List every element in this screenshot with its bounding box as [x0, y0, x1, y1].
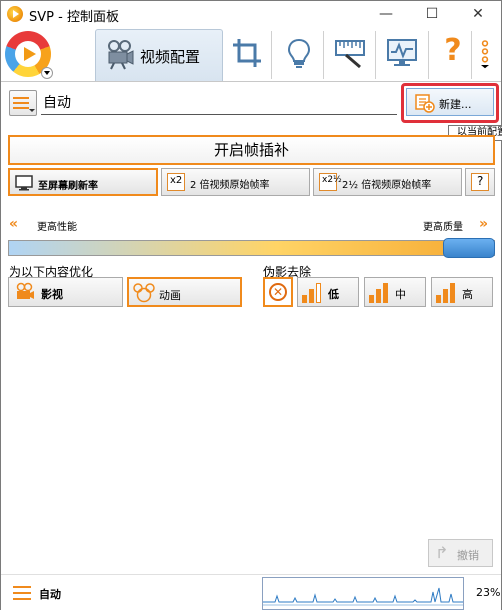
monitor-small-icon [15, 175, 33, 191]
status-bar: 自动 23% [1, 574, 501, 610]
rate-x2-5-button[interactable]: x2½ 2½ 倍视频原始帧率 [313, 168, 462, 196]
more-icon[interactable] [475, 37, 495, 69]
quality-label: 更高质量 [423, 222, 463, 233]
bars-high-icon [436, 283, 458, 303]
artifacts-low-label: 低 [328, 288, 339, 301]
profile-name[interactable]: 自动 [43, 92, 71, 112]
chevron-left-icon: « [9, 216, 19, 232]
mouse-ears-icon [133, 283, 155, 303]
rate-x2-5-label: 2½ 倍视频原始帧率 [342, 180, 432, 191]
optimize-anime-button[interactable]: 动画 [127, 277, 242, 307]
optimize-anime-label: 动画 [159, 289, 181, 302]
optimize-movies-button[interactable]: 影视 [8, 277, 123, 307]
artifacts-low-button[interactable]: 低 [297, 277, 359, 307]
film-camera-icon [16, 282, 34, 299]
new-profile-label: 新建... [439, 98, 472, 111]
svp-logo-menu[interactable] [3, 29, 55, 81]
x2-icon: x2 [167, 173, 185, 191]
bars-medium-icon [369, 283, 391, 303]
optimize-movies-label: 影视 [41, 288, 63, 301]
artifacts-medium-label: 中 [395, 288, 406, 301]
artifacts-off-button[interactable]: ✕ [263, 277, 293, 307]
status-profile-name: 自动 [39, 588, 61, 601]
artifacts-high-button[interactable]: 高 [431, 277, 493, 307]
maximize-button[interactable]: ☐ [409, 1, 455, 27]
question-icon: ? [471, 173, 489, 191]
chevron-right-icon: » [479, 216, 489, 232]
bars-low-icon [302, 283, 324, 303]
new-profile-button[interactable]: 新建... [406, 88, 494, 116]
crop-icon[interactable] [231, 37, 263, 69]
off-icon: ✕ [269, 283, 287, 301]
cpu-percent: 23% [476, 586, 501, 599]
minimize-button[interactable]: — [363, 1, 409, 27]
new-profile-icon [415, 94, 435, 113]
profile-menu-button[interactable] [9, 90, 37, 116]
title-bar: SVP - 控制面板 — ☐ ✕ [1, 1, 501, 27]
svp-app-icon [7, 6, 23, 22]
x2-5-icon: x2½ [319, 173, 342, 191]
hamburger-icon [13, 97, 35, 112]
cpu-graph [262, 577, 464, 610]
video-camera-icon [108, 40, 134, 70]
undo-arrow-icon: ↱ [435, 543, 449, 562]
rate-screen-refresh-label: 至屏幕刷新率 [38, 181, 98, 192]
rate-custom-button[interactable]: ? [465, 168, 495, 196]
tab-video-profile[interactable]: 视频配置 [95, 29, 223, 81]
rate-x2-button[interactable]: x2 2 倍视频原始帧率 [161, 168, 310, 196]
ruler-icon[interactable] [334, 37, 366, 69]
tab-video-profile-label: 视频配置 [140, 48, 201, 66]
monitor-icon[interactable] [386, 37, 418, 69]
close-button[interactable]: ✕ [455, 1, 501, 27]
rate-screen-refresh-button[interactable]: 至屏幕刷新率 [8, 168, 158, 196]
artifacts-high-label: 高 [462, 288, 473, 301]
lightbulb-icon[interactable] [283, 37, 315, 69]
enable-interpolation-button[interactable]: 开启帧插补 [8, 135, 495, 165]
play-icon [24, 47, 36, 61]
rate-x2-label: 2 倍视频原始帧率 [190, 180, 270, 191]
undo-button[interactable]: ↱ 撤销 [428, 539, 493, 567]
help-icon[interactable]: ? [437, 35, 469, 67]
quality-slider-thumb[interactable] [443, 238, 495, 258]
performance-label: 更高性能 [37, 222, 77, 233]
undo-label: 撤销 [457, 549, 479, 562]
chevron-down-icon[interactable] [41, 67, 53, 79]
quality-slider-track[interactable] [8, 240, 495, 256]
status-menu-icon[interactable] [13, 585, 33, 601]
window-title: SVP - 控制面板 [29, 10, 119, 25]
artifacts-medium-button[interactable]: 中 [364, 277, 426, 307]
